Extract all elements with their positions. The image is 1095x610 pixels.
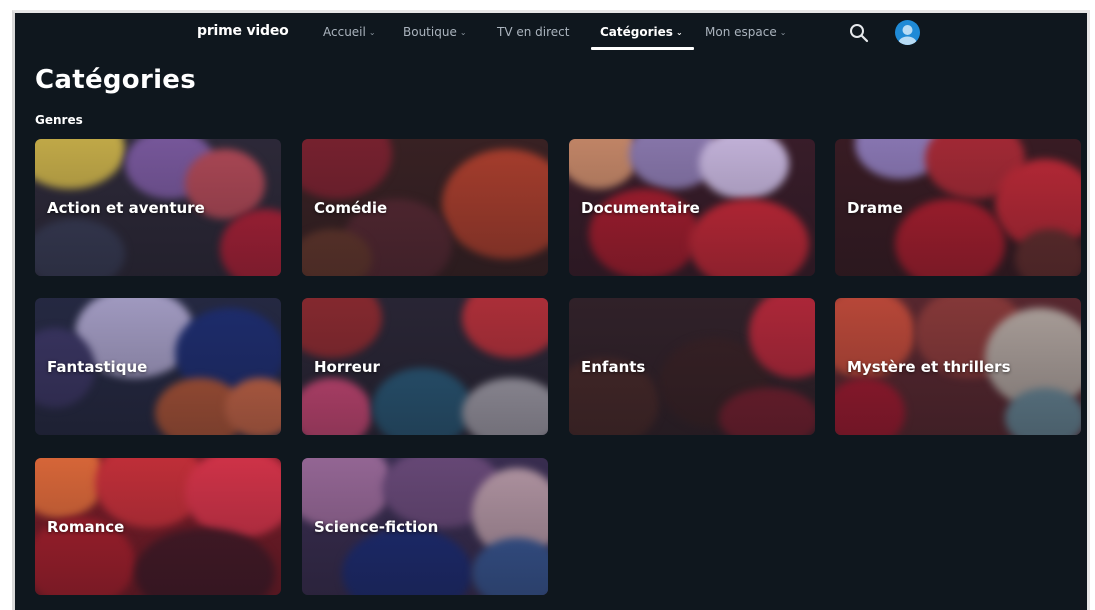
active-tab-indicator xyxy=(591,47,694,50)
genre-tile-label: Comédie xyxy=(314,199,388,217)
genre-tile-label: Science-fiction xyxy=(314,518,439,536)
genre-tile-drame[interactable]: Drame xyxy=(835,139,1081,276)
genre-tile-romance[interactable]: Romance xyxy=(35,458,281,595)
top-navigation: prime video Accueil ⌄ Boutique ⌄ TV en d… xyxy=(15,13,1087,53)
genre-tile-documentaire[interactable]: Documentaire xyxy=(569,139,815,276)
genre-tile-label: Action et aventure xyxy=(47,199,205,217)
genre-tile-label: Drame xyxy=(847,199,903,217)
app-window: prime video Accueil ⌄ Boutique ⌄ TV en d… xyxy=(12,10,1090,610)
genre-tile-action-et-aventure[interactable]: Action et aventure xyxy=(35,139,281,276)
genre-tile-label: Romance xyxy=(47,518,125,536)
search-icon[interactable] xyxy=(848,22,870,44)
chevron-down-icon: ⌄ xyxy=(675,27,683,37)
nav-item-label: Accueil xyxy=(323,25,366,39)
user-icon xyxy=(898,25,917,45)
genre-tile-label: Enfants xyxy=(581,358,646,376)
page-title: Catégories xyxy=(35,65,197,95)
genre-tile-label: Documentaire xyxy=(581,199,700,217)
nav-item-boutique[interactable]: Boutique ⌄ xyxy=(403,25,467,39)
genre-tile-science-fiction[interactable]: Science-fiction xyxy=(302,458,548,595)
nav-item-tv-en-direct[interactable]: TV en direct xyxy=(497,25,569,39)
section-heading-genres: Genres xyxy=(35,113,83,127)
nav-item-label: Mon espace xyxy=(705,25,777,39)
genre-tile-comedie[interactable]: Comédie xyxy=(302,139,548,276)
chevron-down-icon: ⌄ xyxy=(779,27,787,37)
genre-tile-horreur[interactable]: Horreur xyxy=(302,298,548,435)
nav-item-label: TV en direct xyxy=(497,25,570,39)
avatar[interactable] xyxy=(895,20,920,45)
nav-item-accueil[interactable]: Accueil ⌄ xyxy=(323,25,376,39)
genre-tile-label: Fantastique xyxy=(47,358,148,376)
genre-tile-label: Horreur xyxy=(314,358,380,376)
genre-tile-enfants[interactable]: Enfants xyxy=(569,298,815,435)
nav-item-label: Boutique xyxy=(403,25,457,39)
nav-item-label: Catégories xyxy=(600,25,673,39)
nav-item-categories[interactable]: Catégories ⌄ xyxy=(600,25,683,39)
brand-logo[interactable]: prime video xyxy=(197,23,289,39)
chevron-down-icon: ⌄ xyxy=(368,27,376,37)
chevron-down-icon: ⌄ xyxy=(459,27,467,37)
nav-item-mon-espace[interactable]: Mon espace ⌄ xyxy=(705,25,786,39)
genre-tile-fantastique[interactable]: Fantastique xyxy=(35,298,281,435)
genre-tile-mystere-et-thrillers[interactable]: Mystère et thrillers xyxy=(835,298,1081,435)
genre-tile-label: Mystère et thrillers xyxy=(847,358,1011,376)
